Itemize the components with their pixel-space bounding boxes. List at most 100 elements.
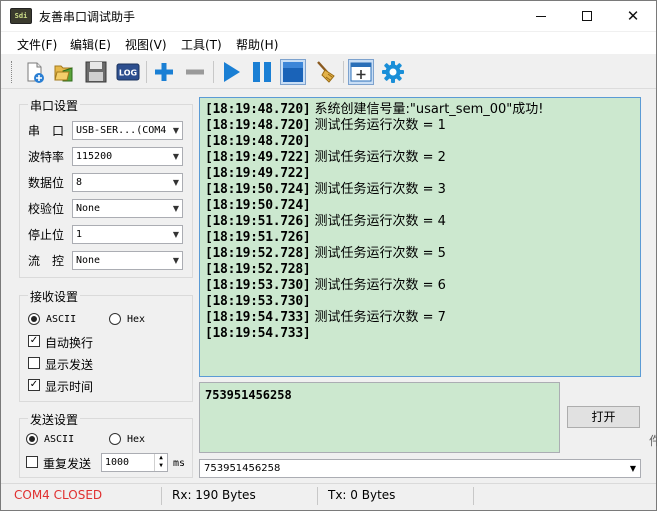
status-separator: [317, 487, 318, 505]
log-message: 测试任务运行次数 = 5: [314, 246, 446, 261]
maximize-button[interactable]: [564, 1, 610, 31]
menu-file[interactable]: 文件(F): [17, 36, 57, 53]
data-bits-select[interactable]: 8 ▼: [72, 173, 183, 192]
send-text-area[interactable]: 753951456258: [199, 382, 560, 453]
receive-text-area[interactable]: [18:19:48.720] 系统创建信号量:"usart_sem_00"成功!…: [199, 97, 641, 377]
log-timestamp: [18:19:51.726]: [205, 230, 311, 245]
receive-ascii-radio[interactable]: [28, 313, 40, 325]
port-status: COM4 CLOSED: [14, 488, 103, 502]
log-line: [18:19:53.730] 测试任务运行次数 = 6: [205, 278, 636, 294]
log-line: [18:19:52.728] 测试任务运行次数 = 5: [205, 246, 636, 262]
send-hex-label: Hex: [127, 434, 146, 445]
send-hex-radio[interactable]: [109, 433, 121, 445]
status-separator: [473, 487, 474, 505]
port-select[interactable]: USB-SER...(COM4 ▼: [72, 121, 183, 140]
receive-ascii-label: ASCII: [46, 314, 77, 325]
window-add-icon: [350, 62, 372, 82]
menu-help[interactable]: 帮助(H): [236, 36, 278, 53]
clear-button[interactable]: [312, 59, 338, 85]
stop-button[interactable]: [280, 59, 306, 85]
interval-spinner[interactable]: ▲ ▼: [154, 454, 167, 471]
log-line: [18:19:54.733]: [205, 326, 636, 342]
log-timestamp: [18:19:54.733]: [205, 310, 311, 325]
receive-settings-title: 接收设置: [28, 288, 81, 305]
baud-select[interactable]: 115200 ▼: [72, 147, 183, 166]
show-time-checkbox[interactable]: ✓: [28, 379, 40, 391]
settings-button[interactable]: [380, 59, 406, 85]
log-line: [18:19:51.726] 测试任务运行次数 = 4: [205, 214, 636, 230]
menu-view[interactable]: 视图(V): [125, 36, 167, 53]
start-button[interactable]: [218, 59, 244, 85]
flow-control-label: 流 控: [28, 254, 65, 268]
log-timestamp: [18:19:50.724]: [205, 182, 311, 197]
auto-newline-label: 自动换行: [45, 336, 94, 350]
log-line: [18:19:53.730]: [205, 294, 636, 310]
pause-button[interactable]: [249, 59, 275, 85]
parity-select-value: None: [76, 203, 101, 214]
show-send-checkbox[interactable]: [28, 357, 40, 369]
send-history-select[interactable]: 753951456258 ▼: [199, 459, 641, 478]
serial-settings-title: 串口设置: [28, 97, 81, 114]
log-timestamp: [18:19:52.728]: [205, 262, 311, 277]
log-line: [18:19:50.724]: [205, 198, 636, 214]
maximize-icon: [582, 11, 592, 21]
add-button[interactable]: [151, 59, 177, 85]
log-timestamp: [18:19:53.730]: [205, 278, 311, 293]
auto-newline-checkbox[interactable]: ✓: [28, 335, 40, 347]
log-timestamp: [18:19:49.722]: [205, 166, 311, 181]
log-line: [18:19:48.720] 系统创建信号量:"usart_sem_00"成功!: [205, 102, 636, 118]
gear-icon: [382, 61, 404, 83]
parity-select[interactable]: None ▼: [72, 199, 183, 218]
minimize-button[interactable]: [518, 1, 564, 31]
remove-button[interactable]: [182, 59, 208, 85]
flow-control-select[interactable]: None ▼: [72, 251, 183, 270]
play-icon: [224, 62, 240, 82]
toolbar-separator: [146, 61, 147, 83]
log-line: [18:19:49.722] 测试任务运行次数 = 2: [205, 150, 636, 166]
log-icon-label: LOG: [119, 69, 137, 78]
plus-icon: [155, 63, 173, 81]
main-window: Sdi 友善串口调试助手 ✕ 文件(F) 编辑(E) 视图(V) 工具(T) 帮…: [0, 0, 657, 511]
title-bar[interactable]: Sdi 友善串口调试助手 ✕: [1, 1, 656, 31]
new-button[interactable]: [21, 59, 47, 85]
data-bits-select-value: 8: [76, 177, 83, 188]
log-timestamp: [18:19:53.730]: [205, 294, 311, 309]
stop-bits-select[interactable]: 1 ▼: [72, 225, 183, 244]
chevron-down-icon: ▼: [629, 464, 636, 473]
repeat-send-checkbox[interactable]: [26, 456, 38, 468]
chevron-down-icon: ▼: [172, 126, 179, 135]
menu-bar: 文件(F) 编辑(E) 视图(V) 工具(T) 帮助(H): [1, 32, 656, 54]
baud-select-value: 115200: [76, 151, 113, 162]
receive-hex-label: Hex: [127, 314, 146, 325]
log-timestamp: [18:19:48.720]: [205, 118, 311, 133]
save-icon: [85, 61, 107, 83]
stop-icon: [283, 62, 303, 82]
log-line: [18:19:54.733] 测试任务运行次数 = 7: [205, 310, 636, 326]
toolbar-grip[interactable]: [11, 61, 14, 83]
new-window-button[interactable]: [348, 59, 374, 85]
save-button[interactable]: [83, 59, 109, 85]
status-bar: COM4 CLOSED Rx: 190 Bytes Tx: 0 Bytes: [1, 483, 656, 510]
toolbar-separator: [213, 61, 214, 83]
log-line: [18:19:52.728]: [205, 262, 636, 278]
menu-edit[interactable]: 编辑(E): [70, 36, 111, 53]
clipped-edge-glyph: 仵: [649, 434, 657, 448]
menu-tools[interactable]: 工具(T): [181, 36, 222, 53]
open-port-button[interactable]: 打开: [567, 406, 640, 428]
toolbar-separator: [343, 61, 344, 83]
log-message: 系统创建信号量:"usart_sem_00"成功!: [314, 102, 544, 117]
log-button[interactable]: LOG: [115, 59, 141, 85]
clear-broom-icon: [317, 61, 335, 83]
log-timestamp: [18:19:48.720]: [205, 102, 311, 117]
log-message: 测试任务运行次数 = 2: [314, 150, 446, 165]
receive-hex-radio[interactable]: [109, 313, 121, 325]
open-button[interactable]: [51, 59, 77, 85]
chevron-down-icon: ▼: [172, 230, 179, 239]
send-ascii-radio[interactable]: [26, 433, 38, 445]
open-folder-icon: [54, 65, 73, 82]
send-ascii-label: ASCII: [44, 434, 75, 445]
log-timestamp: [18:19:50.724]: [205, 198, 311, 213]
close-button[interactable]: ✕: [610, 1, 656, 31]
repeat-interval-input[interactable]: 1000 ▲ ▼: [101, 453, 168, 472]
repeat-send-label: 重复发送: [43, 457, 92, 471]
